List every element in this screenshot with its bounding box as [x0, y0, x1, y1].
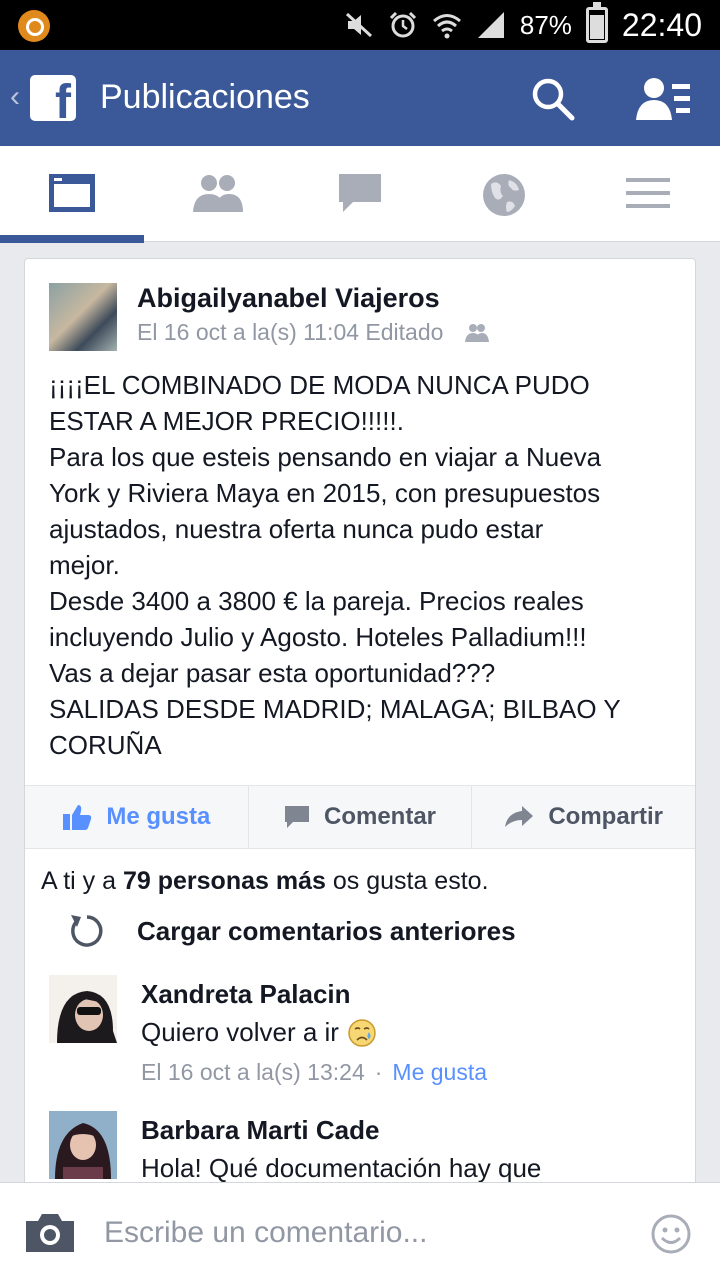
post-card: Abigailyanabel Viajeros El 16 oct a la(s… — [24, 258, 696, 1258]
comment-text-row: Hola! Qué documentación hay que — [141, 1153, 541, 1184]
meta-separator: · — [374, 1059, 383, 1085]
tab-messages[interactable] — [288, 146, 432, 242]
page-title: Publicaciones — [100, 78, 310, 116]
camera-icon[interactable] — [24, 1211, 76, 1253]
audience-friends-icon — [465, 323, 490, 342]
author-avatar[interactable] — [49, 283, 117, 351]
comment-label: Comentar — [323, 803, 437, 830]
post-line: Vas a dejar pasar esta oportunidad??? — [49, 658, 496, 688]
search-icon[interactable] — [530, 76, 576, 122]
post-line: ¡¡¡¡EL COMBINADO DE MODA NUNCA PUDO — [49, 370, 590, 400]
post-line: mejor. — [49, 550, 120, 580]
comment-input[interactable] — [104, 1209, 624, 1257]
comment-like-link[interactable]: Me gusta — [392, 1059, 487, 1085]
comment-text: Quiero volver a ir — [141, 1017, 339, 1047]
commenter-avatar[interactable] — [49, 1111, 117, 1179]
battery-percent: 87% — [519, 9, 572, 40]
crying-emoji-icon — [348, 1018, 376, 1047]
comment-text-row: Quiero volver a ir — [141, 1017, 377, 1048]
mute-icon — [345, 12, 372, 38]
alarm-icon — [389, 11, 416, 38]
share-label: Compartir — [548, 803, 664, 830]
logo-letter: f — [55, 76, 71, 122]
friend-requests-icon[interactable] — [636, 76, 692, 122]
friends-icon — [193, 175, 243, 212]
post-body: ¡¡¡¡EL COMBINADO DE MODA NUNCA PUDO ESTA… — [49, 367, 679, 763]
likes-summary[interactable]: A ti y a 79 personas más os gusta esto. — [41, 867, 489, 896]
app-bar: ‹ f Publicaciones — [0, 50, 720, 146]
likes-suffix: os gusta esto. — [332, 867, 489, 895]
post-line: Para los que esteis pensando en viajar a… — [49, 442, 602, 472]
battery-icon — [585, 2, 608, 43]
comment-meta: El 16 oct a la(s) 13:24 · Me gusta — [141, 1059, 487, 1086]
menu-icon — [626, 178, 670, 208]
post-author[interactable]: Abigailyanabel Viajeros — [137, 283, 440, 314]
tab-friends[interactable] — [144, 146, 288, 242]
notification-app-icon — [18, 10, 50, 42]
status-icons: 87% 22:40 — [344, 0, 702, 50]
likes-prefix: A ti y a — [41, 867, 117, 895]
comment-timestamp: El 16 oct a la(s) 13:24 — [141, 1059, 365, 1085]
load-previous-comments[interactable]: Cargar comentarios anteriores — [65, 911, 516, 951]
status-bar: 87% 22:40 — [0, 0, 720, 50]
like-button[interactable]: Me gusta — [25, 786, 249, 848]
news-feed-icon — [49, 174, 95, 212]
emoji-picker-icon[interactable] — [650, 1213, 692, 1255]
load-previous-label: Cargar comentarios anteriores — [137, 915, 516, 946]
post-line: SALIDAS DESDE MADRID; MALAGA; BILBAO Y — [49, 694, 621, 724]
commenter-name[interactable]: Barbara Marti Cade — [141, 1115, 379, 1146]
comment: Xandreta Palacin Quiero volver a ir El 1… — [49, 975, 679, 1095]
messages-icon — [339, 174, 381, 212]
comment-text: Hola! Qué documentación hay que — [141, 1153, 542, 1183]
post-line: ESTAR A MEJOR PRECIO!!!!!. — [49, 406, 404, 436]
share-arrow-icon — [505, 806, 534, 827]
post-line: York y Riviera Maya en 2015, con presupu… — [49, 478, 601, 508]
tab-notifications[interactable] — [432, 146, 576, 242]
reload-icon — [71, 915, 103, 947]
post-timestamp[interactable]: El 16 oct a la(s) 11:04 Editado — [137, 319, 443, 346]
back-chevron-icon[interactable]: ‹ — [10, 80, 20, 114]
facebook-logo-icon[interactable]: f — [30, 75, 76, 121]
signal-icon — [477, 12, 504, 38]
thumbs-up-icon — [63, 805, 92, 830]
active-tab-indicator — [0, 235, 144, 243]
globe-icon — [483, 174, 525, 216]
comment-button[interactable]: Comentar — [249, 786, 473, 848]
share-button[interactable]: Compartir — [472, 786, 695, 848]
like-label: Me gusta — [106, 803, 211, 830]
wifi-icon — [432, 14, 461, 39]
post-line: incluyendo Julio y Agosto. Hoteles Palla… — [49, 622, 587, 652]
likes-count: 79 personas más — [123, 867, 326, 895]
tab-more[interactable] — [576, 146, 720, 242]
post-meta: El 16 oct a la(s) 11:04 Editado — [137, 319, 490, 346]
clock: 22:40 — [621, 6, 702, 43]
post-line: CORUÑA — [49, 730, 162, 760]
post-actions: Me gusta Comentar Compartir — [25, 785, 695, 849]
comment-icon — [284, 806, 309, 828]
tab-bar — [0, 146, 720, 243]
commenter-avatar[interactable] — [49, 975, 117, 1043]
tab-news-feed[interactable] — [0, 146, 144, 243]
post-line: Desde 3400 a 3800 € la pareja. Precios r… — [49, 586, 584, 616]
commenter-name[interactable]: Xandreta Palacin — [141, 979, 351, 1010]
comment-composer — [0, 1182, 720, 1280]
post-line: ajustados, nuestra oferta nunca pudo est… — [49, 514, 544, 544]
